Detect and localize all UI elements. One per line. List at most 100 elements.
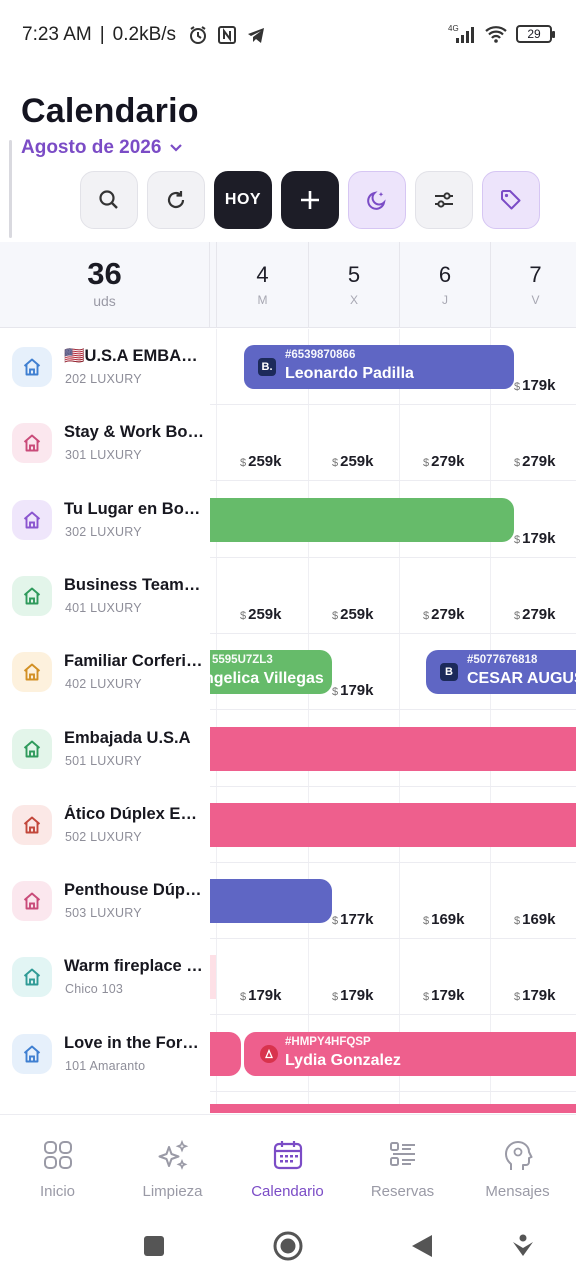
unit-category: 401 LUXURY: [65, 600, 142, 615]
page-title: Calendario: [21, 92, 199, 130]
home-icon: [12, 728, 52, 769]
reservation-bar[interactable]: [210, 1104, 576, 1113]
price-cell[interactable]: $279k: [423, 453, 465, 470]
price-cell[interactable]: $179k: [332, 987, 374, 1004]
battery-indicator: 29: [516, 25, 555, 43]
price-cell[interactable]: $179k: [514, 530, 556, 547]
reservation-bar[interactable]: [210, 1031, 241, 1076]
unit-info[interactable]: Warm fireplace house Chico 103: [0, 939, 210, 1016]
reservation-bar[interactable]: 5595U7ZL3 ngelica Villegas: [210, 650, 332, 695]
day-column-header[interactable]: 6 J: [399, 242, 490, 328]
unit-info[interactable]: Stay & Work Bogotá 301 LUXURY: [0, 405, 210, 482]
price-cell[interactable]: $179k: [423, 987, 465, 1004]
home-icon: [12, 423, 52, 464]
reservation-bar[interactable]: [210, 955, 216, 1000]
price-cell[interactable]: $169k: [423, 911, 465, 928]
reservation-code: #6539870866: [285, 349, 356, 361]
price-cell[interactable]: $279k: [514, 453, 556, 470]
unit-name: Tu Lugar en Bogotá: [64, 499, 204, 518]
unit-info[interactable]: Ático Dúplex Exclusivo 502 LUXURY: [0, 786, 210, 863]
reservation-bar[interactable]: [210, 497, 514, 542]
nav-item-reservas[interactable]: Reservas: [345, 1115, 460, 1213]
calendar-grid: $179k🇺🇸U.S.A EMBAJADA202 LUXURY$259k$259…: [0, 329, 576, 1113]
chevron-down-icon: [170, 144, 183, 152]
unit-name: Embajada U.S.A: [64, 728, 191, 747]
filters-button[interactable]: [415, 171, 473, 229]
refresh-button[interactable]: [147, 171, 205, 229]
home-icon: [12, 957, 52, 998]
assistant-icon[interactable]: [511, 1232, 535, 1258]
nav-item-limpieza[interactable]: Limpieza: [115, 1115, 230, 1213]
nav-item-calendario[interactable]: Calendario: [230, 1115, 345, 1213]
day-column-header[interactable]: 5 X: [308, 242, 399, 328]
price-cell[interactable]: $279k: [514, 606, 556, 623]
price-cell[interactable]: $179k: [514, 377, 556, 394]
unit-category: 101 Amaranto: [65, 1058, 146, 1073]
unit-name: Business Team Suite: [64, 575, 204, 594]
price-cell[interactable]: $259k: [332, 606, 374, 623]
month-label: Agosto de 2026: [21, 137, 162, 158]
price-cell[interactable]: $169k: [514, 911, 556, 928]
price-cell[interactable]: $259k: [240, 453, 282, 470]
moon-stars-icon: [367, 191, 386, 210]
status-time: 7:23 AM | 0.2kB/s: [22, 24, 266, 46]
unit-info[interactable]: Familiar Corferias 402 LUXURY: [0, 634, 210, 711]
home-circle-icon[interactable]: [272, 1230, 304, 1262]
guest-name: Lydia Gonzalez: [285, 1051, 401, 1069]
unit-info[interactable]: Penthouse Dúplex 503 LUXURY: [0, 863, 210, 940]
day-column-header[interactable]: 7 V: [490, 242, 576, 328]
night-mode-button[interactable]: [348, 171, 406, 229]
units-label: uds: [93, 293, 116, 309]
unit-info[interactable]: 🇺🇸U.S.A EMBAJADA 202 LUXURY: [0, 329, 210, 405]
price-cell[interactable]: $259k: [240, 606, 282, 623]
unit-info[interactable]: Business Team Suite 401 LUXURY: [0, 557, 210, 634]
refresh-icon: [167, 191, 185, 209]
add-button[interactable]: [281, 171, 339, 229]
back-icon[interactable]: [410, 1233, 434, 1259]
tag-icon: [501, 190, 521, 210]
nav-item-mensajes[interactable]: Mensajes: [460, 1115, 575, 1213]
system-navigation: [0, 1212, 576, 1280]
reservation-bar[interactable]: [210, 802, 576, 847]
recents-icon[interactable]: [143, 1235, 165, 1257]
home-icon: [12, 652, 52, 693]
day-column-header[interactable]: 4 M: [216, 242, 308, 328]
price-cell[interactable]: $179k: [332, 682, 374, 699]
calendar-icon: [273, 1141, 302, 1170]
price-cell[interactable]: $259k: [332, 453, 374, 470]
unit-info[interactable]: Love in the Forest 101 Amaranto: [0, 1015, 210, 1092]
nfc-icon: [218, 26, 237, 44]
home-icon: [12, 804, 52, 845]
unit-info[interactable]: Tu Lugar en Bogotá 302 LUXURY: [0, 481, 210, 558]
today-button[interactable]: HOY: [214, 171, 272, 229]
reservation-bar[interactable]: B #5077676818 CESAR AUGUSTO: [426, 650, 576, 695]
price-cell[interactable]: $179k: [240, 987, 282, 1004]
telegram-icon: [248, 28, 265, 43]
search-button[interactable]: [80, 171, 138, 229]
network-type: 4G: [448, 24, 459, 33]
unit-row: $179k $179k $179k $179k Warm fireplace house…: [0, 939, 576, 1016]
guest-name: ngelica Villegas: [210, 670, 324, 688]
unit-name: Love in the Forest: [64, 1033, 204, 1052]
home-icon: [12, 499, 52, 540]
unit-row: $259k $259k $279k $279k Stay & Work Bogotá 30…: [0, 405, 576, 482]
reservation-bar[interactable]: [210, 726, 576, 771]
home-icon: [12, 575, 52, 616]
booking-badge-icon: B.: [258, 358, 276, 376]
home-icon: [12, 881, 52, 922]
tags-button[interactable]: [482, 171, 540, 229]
price-cell[interactable]: $279k: [423, 606, 465, 623]
unit-category: Chico 103: [65, 982, 124, 997]
unit-info[interactable]: Embajada U.S.A 501 LUXURY: [0, 710, 210, 787]
network-speed: 0.2kB/s: [112, 24, 177, 45]
price-cell[interactable]: $177k: [332, 911, 374, 928]
reservation-bar[interactable]: [210, 879, 332, 924]
reservation-bar[interactable]: #HMPY4HFQSP Lydia Gonzalez: [244, 1031, 576, 1076]
nav-item-inicio[interactable]: Inicio: [0, 1115, 115, 1213]
reservation-bar[interactable]: B. #6539870866 Leonardo Padilla: [244, 345, 514, 389]
calendar-header: 36 uds 4 M 5 X 6 J 7 V: [0, 242, 576, 328]
wifi-icon: [485, 26, 507, 43]
month-selector[interactable]: Agosto de 2026: [21, 137, 183, 159]
unit-name: Familiar Corferias: [64, 652, 204, 671]
price-cell[interactable]: $179k: [514, 987, 556, 1004]
